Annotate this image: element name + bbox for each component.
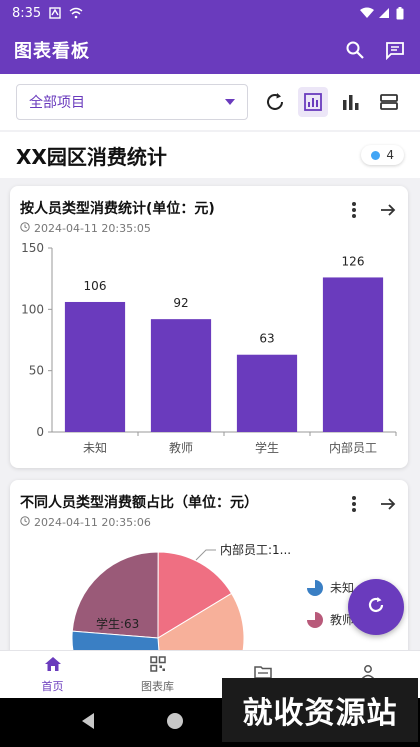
search-icon[interactable]: [344, 39, 366, 61]
card-timestamp: 2024-04-11 20:35:05: [34, 222, 151, 235]
back-icon[interactable]: [80, 712, 96, 734]
arrow-right-icon[interactable]: [378, 200, 398, 220]
home-icon: [44, 656, 62, 675]
bar-value-label: 126: [342, 254, 365, 268]
chevron-down-icon: [225, 99, 235, 105]
bar-value-label: 106: [84, 279, 107, 293]
card-title: 按人员类型消费统计(单位：元): [20, 201, 215, 217]
refresh-icon: [365, 594, 387, 620]
status-dot: [371, 150, 381, 160]
watermark: 就收资源站: [222, 678, 418, 742]
card-timestamp: 2024-04-11 20:35:06: [34, 516, 151, 529]
y-tick-label: 50: [29, 364, 44, 378]
bar-chart-card[interactable]: 按人员类型消费统计(单位：元) 2024-04-11 20:35:05 0 50 1…: [10, 186, 408, 468]
toolbar: 全部项目: [0, 74, 420, 130]
nav-label: 图表库: [141, 679, 174, 693]
callout-line: [195, 549, 216, 561]
message-icon[interactable]: [384, 39, 406, 61]
legend-item: 教师: [307, 612, 354, 628]
list-view-icon[interactable]: [374, 87, 404, 117]
bar-chart-icon[interactable]: [336, 87, 366, 117]
grid-icon: [149, 655, 166, 675]
y-tick-label: 150: [21, 241, 44, 255]
legend-swatch: [307, 580, 323, 596]
chart-count-badge[interactable]: 4: [361, 145, 404, 165]
more-vert-icon[interactable]: [344, 200, 364, 220]
app-bar: 图表看板: [0, 26, 420, 74]
section-title: XX园区消费统计: [16, 144, 167, 169]
section-header: XX园区消费统计 4: [0, 132, 420, 178]
bar: [322, 277, 384, 432]
x-tick-label: 内部员工: [329, 440, 377, 455]
nav-item-chart-library[interactable]: 图表库: [105, 651, 210, 698]
project-select-value: 全部项目: [29, 95, 85, 111]
bar-chart: 0 50 100 150 106 未知 92 教师 63 学生 126 内部员工: [21, 241, 397, 455]
bar: [236, 354, 298, 432]
wifi-icon: [69, 7, 83, 19]
nav-item-home[interactable]: 首页: [0, 651, 105, 698]
signal-icon: [378, 7, 390, 19]
refresh-icon[interactable]: [260, 87, 290, 117]
legend-swatch: [307, 612, 323, 628]
x-tick-label: 学生: [255, 440, 279, 455]
sim-icon: [49, 7, 61, 19]
pie-chart-card[interactable]: 不同人员类型消费额占比（单位：元） 2024-04-11 20:35:06 内部…: [10, 480, 408, 676]
slice-label: 学生:63: [96, 616, 139, 631]
card-title: 不同人员类型消费额占比（单位：元）: [20, 495, 258, 511]
nav-label: 首页: [41, 679, 64, 693]
home-circle-icon[interactable]: [166, 712, 184, 734]
more-vert-icon[interactable]: [344, 494, 364, 514]
bar: [150, 319, 212, 432]
x-tick-label: 未知: [83, 441, 107, 455]
refresh-fab[interactable]: [348, 579, 404, 635]
clock-icon: [20, 516, 30, 529]
y-tick-label: 100: [21, 302, 44, 316]
bar: [64, 301, 126, 432]
app-title: 图表看板: [14, 41, 90, 62]
bar-value-label: 92: [173, 296, 188, 310]
wifi-signal-icon: [360, 7, 374, 19]
bar-value-label: 63: [259, 332, 274, 346]
project-select[interactable]: 全部项目: [16, 84, 248, 120]
battery-icon: [396, 7, 408, 20]
x-tick-label: 教师: [169, 440, 193, 455]
status-bar: 8:35: [0, 0, 420, 26]
y-tick-label: 0: [36, 425, 44, 439]
arrow-right-icon[interactable]: [378, 494, 398, 514]
slice-label: 内部员工:1...: [220, 542, 291, 557]
legend-item: 未知: [307, 580, 354, 596]
clock-icon: [20, 222, 30, 235]
status-time: 8:35: [12, 5, 42, 21]
chart-frame-icon[interactable]: [298, 87, 328, 117]
chart-count: 4: [386, 148, 394, 162]
